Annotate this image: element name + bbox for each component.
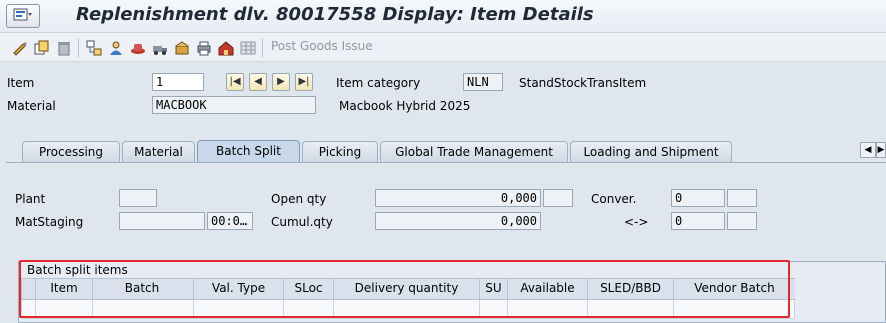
matstaging-label: MatStaging <box>15 215 84 229</box>
matstaging-date-field[interactable] <box>119 212 205 230</box>
window-title: Replenishment dlv. 80017558 Display: Ite… <box>76 4 594 25</box>
conversion-unit-field-1[interactable] <box>727 189 757 207</box>
tab-loading-and-shipment[interactable]: Loading and Shipment <box>570 141 732 162</box>
open-qty-unit-field[interactable] <box>543 189 573 207</box>
previous-item-button[interactable]: ◀ <box>249 73 267 91</box>
tab-material[interactable]: Material <box>122 141 195 162</box>
table-cell[interactable] <box>283 300 333 318</box>
column-header-su[interactable]: SU <box>479 279 507 299</box>
column-header-vendor-batch[interactable]: Vendor Batch <box>673 279 795 299</box>
item-category-description: StandStockTransItem <box>519 76 647 90</box>
table-cell[interactable] <box>507 300 587 318</box>
print-icon[interactable] <box>196 40 212 56</box>
toolbar-separator <box>262 39 263 57</box>
display-change-icon[interactable] <box>12 40 28 56</box>
item-field[interactable]: 1 <box>152 73 204 91</box>
delete-icon[interactable] <box>56 40 72 56</box>
menu-icon <box>13 8 32 21</box>
column-header-val-type[interactable]: Val. Type <box>193 279 283 299</box>
row-selector[interactable] <box>21 300 35 318</box>
column-header-item[interactable]: Item <box>35 279 92 299</box>
application-toolbar: Post Goods Issue <box>0 33 886 62</box>
column-header-sled-bbd[interactable]: SLED/BBD <box>587 279 673 299</box>
batch-split-items-group: Batch split items Item Batch Val. Type S… <box>18 261 886 323</box>
tab-scroll-left-button[interactable]: ◀ <box>860 142 876 158</box>
conversion-arrow-label: <-> <box>624 215 649 229</box>
cumul-qty-field[interactable]: 0,000 <box>375 212 541 230</box>
material-label: Material <box>7 99 56 113</box>
column-header-delivery-quantity[interactable]: Delivery quantity <box>333 279 479 299</box>
picking-icon[interactable] <box>174 40 190 56</box>
document-flow-icon[interactable] <box>86 40 102 56</box>
item-label: Item <box>7 76 35 90</box>
table-cell[interactable] <box>35 300 92 318</box>
material-description: Macbook Hybrid 2025 <box>339 99 471 113</box>
grid-icon[interactable] <box>240 40 256 56</box>
row-selector-header[interactable] <box>21 279 35 299</box>
conversion-label: Conver. <box>591 192 637 206</box>
matstaging-time-field[interactable]: 00:0… <box>207 212 253 230</box>
first-item-button[interactable]: |◀ <box>226 73 244 91</box>
tab-global-trade-management[interactable]: Global Trade Management <box>380 141 568 162</box>
batch-items-table-header: Item Batch Val. Type SLoc Delivery quant… <box>21 278 795 300</box>
table-cell[interactable] <box>587 300 673 318</box>
copy-icon[interactable] <box>34 40 50 56</box>
conversion-field-1[interactable]: 0 <box>671 189 725 207</box>
hat-icon[interactable] <box>130 40 146 56</box>
open-qty-field[interactable]: 0,000 <box>375 189 541 207</box>
shipment-icon[interactable] <box>152 40 168 56</box>
partner-icon[interactable] <box>108 40 124 56</box>
table-cell[interactable] <box>333 300 479 318</box>
post-goods-issue-button[interactable]: Post Goods Issue <box>271 39 373 53</box>
plant-field[interactable] <box>119 189 157 207</box>
tab-picking[interactable]: Picking <box>302 141 378 162</box>
toolbar-separator <box>78 39 79 57</box>
table-row[interactable] <box>21 300 795 319</box>
plant-label: Plant <box>15 192 46 206</box>
item-category-label: Item category <box>336 76 421 90</box>
column-header-sloc[interactable]: SLoc <box>283 279 333 299</box>
material-field[interactable]: MACBOOK <box>152 96 316 114</box>
title-bar: Replenishment dlv. 80017558 Display: Ite… <box>0 0 886 33</box>
column-header-batch[interactable]: Batch <box>92 279 191 299</box>
batch-split-items-title: Batch split items <box>27 263 128 277</box>
column-header-available[interactable]: Available <box>507 279 587 299</box>
last-item-button[interactable]: ▶| <box>295 73 313 91</box>
tab-scroll-right-button[interactable]: ▶ <box>876 142 886 158</box>
warehouse-icon[interactable] <box>218 40 234 56</box>
table-cell[interactable] <box>479 300 507 318</box>
conversion-unit-field-2[interactable] <box>727 212 757 230</box>
cumul-qty-label: Cumul.qty <box>271 215 333 229</box>
system-menu-button[interactable] <box>6 4 40 28</box>
table-cell[interactable] <box>193 300 283 318</box>
table-cell[interactable] <box>673 300 795 318</box>
item-category-field[interactable]: NLN <box>463 73 503 91</box>
tab-processing[interactable]: Processing <box>22 141 120 162</box>
open-qty-label: Open qty <box>271 192 327 206</box>
table-cell[interactable] <box>92 300 193 318</box>
conversion-field-2[interactable]: 0 <box>671 212 725 230</box>
next-item-button[interactable]: ▶ <box>272 73 290 91</box>
tab-batch-split[interactable]: Batch Split <box>197 140 300 163</box>
